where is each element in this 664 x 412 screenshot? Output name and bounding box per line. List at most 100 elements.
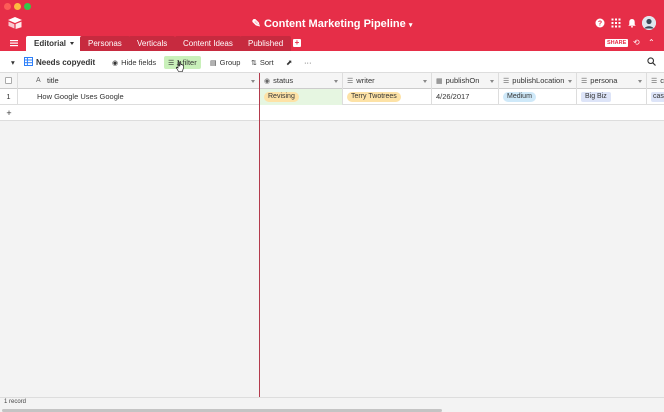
writer-badge: Terry Twotrees (347, 92, 401, 102)
field-header-label: writer (356, 76, 375, 85)
tab-verticals[interactable]: Verticals (129, 36, 176, 51)
select-all-cell (0, 73, 18, 89)
add-record-plus-icon[interactable]: + (0, 105, 18, 121)
text-field-icon: A (36, 77, 41, 84)
eye-icon: ◉ (112, 60, 119, 67)
app-window: ✎ Content Marketing Pipeline ▾ ? Editori… (0, 0, 664, 412)
field-header-writer[interactable]: ☰ writer (343, 73, 432, 89)
field-header-publishlocation[interactable]: ☰ publishLocation (499, 73, 577, 89)
app-header: ✎ Content Marketing Pipeline ▾ ? (0, 13, 664, 35)
status-cell[interactable]: Revising (260, 89, 343, 105)
publishon-cell[interactable]: 4/26/2017 (432, 89, 499, 105)
add-table-button[interactable]: + (293, 39, 301, 47)
filter-icon: ☰ (168, 60, 175, 67)
zoom-window-button[interactable] (24, 3, 31, 10)
writer-cell[interactable]: Terry Twotrees (343, 89, 432, 105)
base-title-text: Content Marketing Pipeline (263, 18, 406, 30)
collapse-chevron-icon[interactable]: ⌃ (648, 38, 655, 48)
field-menu-icon[interactable] (334, 80, 338, 83)
view-toolbar: ▾ Needs copyedit ◉ Hide fields ☰ 1 filter … (0, 51, 664, 73)
persona-cell[interactable]: Big Biz (577, 89, 647, 105)
group-label: Group (219, 58, 241, 67)
tab-personas[interactable]: Personas (80, 36, 130, 51)
tab-label: Editorial (34, 39, 67, 48)
field-menu-icon[interactable] (638, 80, 642, 83)
table-tabs-bar: Editorial Personas Verticals Content Ide… (0, 35, 664, 51)
apps-grid-icon[interactable] (611, 18, 621, 28)
grid-footer: 1 record (0, 397, 664, 412)
tab-label: Personas (88, 39, 122, 48)
hide-fields-button[interactable]: ◉ Hide fields (112, 57, 156, 68)
table-row[interactable]: 1 How Google Uses Google Revising Terry … (0, 89, 664, 105)
field-menu-icon[interactable] (490, 80, 494, 83)
share-button[interactable]: SHARE (605, 39, 629, 47)
base-title[interactable]: ✎ Content Marketing Pipeline ▾ (0, 17, 664, 30)
link-field-icon: ☰ (651, 78, 658, 85)
single-select-icon: ◉ (264, 78, 271, 85)
minimize-window-button[interactable] (14, 3, 21, 10)
field-header-label: persona (590, 76, 618, 85)
share-view-icon[interactable]: ⬈ (286, 57, 292, 68)
field-header-label: publishOn (445, 76, 480, 85)
title-cell[interactable]: How Google Uses Google (18, 89, 260, 105)
search-icon[interactable] (647, 57, 656, 68)
select-all-checkbox[interactable] (5, 77, 12, 84)
persona-badge: Big Biz (581, 92, 611, 102)
field-header-label: publishLocation (512, 76, 565, 85)
field-header-persona[interactable]: ☰ persona (577, 73, 647, 89)
group-icon: ▤ (210, 60, 217, 67)
tab-dropdown-icon[interactable] (70, 42, 75, 46)
location-badge: Medium (503, 92, 536, 102)
publishlocation-cell[interactable]: Medium (499, 89, 577, 105)
tab-label: Verticals (137, 39, 168, 48)
tab-label: Published (248, 39, 284, 48)
field-header-label: c (660, 76, 664, 85)
more-options-button[interactable]: ··· (304, 57, 312, 68)
history-icon[interactable]: ⟲ (633, 38, 640, 48)
sort-label: Sort (259, 58, 274, 67)
grid-view-icon (24, 57, 33, 66)
row-number: 1 (0, 89, 18, 105)
field-header-title[interactable]: Atitle (18, 73, 260, 89)
field-menu-icon[interactable] (423, 80, 427, 83)
notifications-bell-icon[interactable] (627, 18, 637, 28)
frozen-column-divider[interactable] (259, 73, 260, 412)
link-field-icon: ☰ (503, 78, 510, 85)
sort-icon: ⇅ (251, 60, 257, 67)
window-titlebar (0, 0, 664, 13)
field-header-label: title (47, 76, 59, 85)
hide-fields-label: Hide fields (121, 58, 157, 67)
group-button[interactable]: ▤ Group (210, 57, 240, 68)
view-switcher-caret-icon[interactable]: ▾ (11, 57, 15, 68)
view-name-label: Needs copyedit (36, 58, 96, 67)
close-window-button[interactable] (4, 3, 11, 10)
hamburger-menu-icon[interactable] (10, 39, 18, 47)
user-avatar[interactable] (642, 16, 656, 30)
add-record-row[interactable]: + (0, 105, 664, 121)
field-header-label: status (273, 76, 294, 85)
tab-content-ideas[interactable]: Content Ideas (175, 36, 241, 51)
record-count: 1 record (4, 399, 27, 405)
field-header-status[interactable]: ◉ status (260, 73, 343, 89)
field-menu-icon[interactable] (251, 80, 255, 83)
extra-cell[interactable]: cas (647, 89, 664, 105)
link-field-icon: ☰ (581, 78, 588, 85)
help-icon[interactable]: ? (595, 18, 605, 28)
calendar-icon: ▦ (436, 78, 443, 85)
extra-badge: cas (651, 92, 664, 102)
records-grid: Atitle ◉ status ☰ writer ▦ publishOn ☰ publi… (0, 73, 664, 412)
tab-editorial[interactable]: Editorial (26, 36, 83, 51)
pencil-icon: ✎ (251, 18, 261, 30)
status-badge: Revising (264, 92, 299, 102)
field-header-c[interactable]: ☰ c (647, 73, 664, 89)
tab-published[interactable]: Published (240, 36, 292, 51)
base-title-dropdown-icon: ▾ (408, 22, 413, 29)
field-header-publishon[interactable]: ▦ publishOn (432, 73, 499, 89)
field-menu-icon[interactable] (568, 80, 572, 83)
link-field-icon: ☰ (347, 78, 354, 85)
mouse-pointer-icon (175, 61, 184, 72)
sort-button[interactable]: ⇅ Sort (251, 57, 274, 68)
view-name-button[interactable]: Needs copyedit (24, 57, 95, 68)
field-header-row: Atitle ◉ status ☰ writer ▦ publishOn ☰ publi… (0, 73, 664, 89)
svg-text:?: ? (598, 21, 602, 28)
